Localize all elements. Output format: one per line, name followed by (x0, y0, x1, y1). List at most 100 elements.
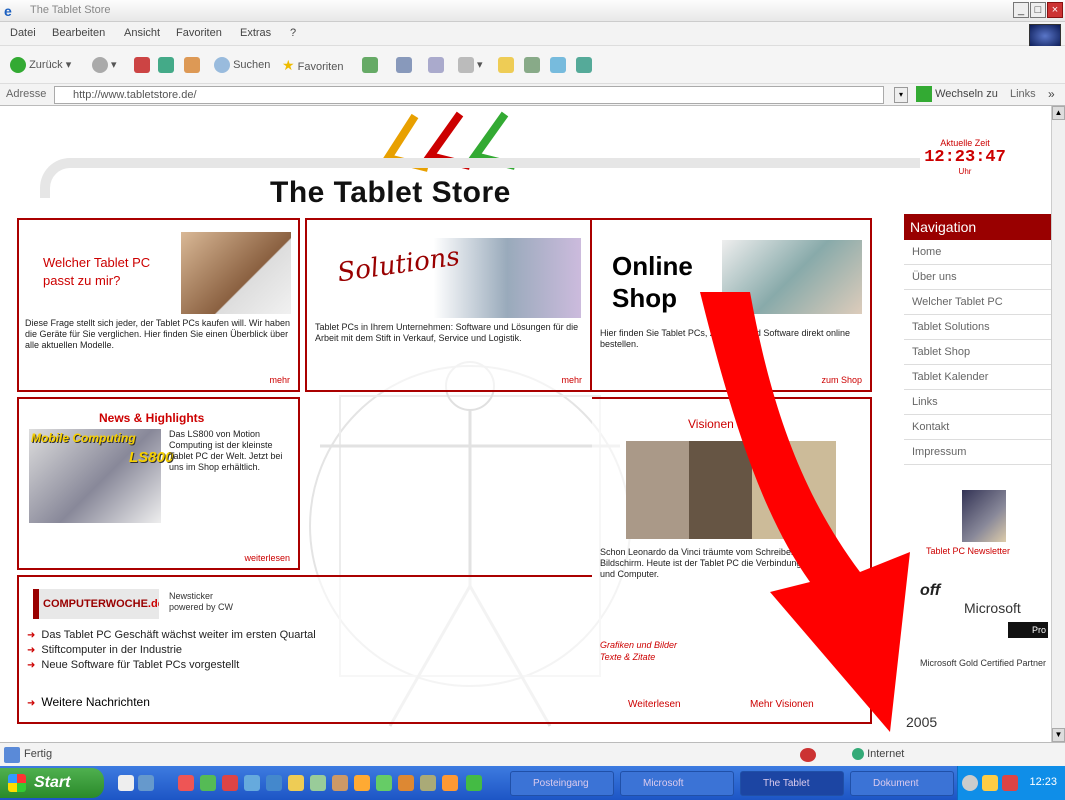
tablet-newsletter-link[interactable]: Tablet PC Newsletter (926, 546, 1010, 556)
navigation-menu: Navigation Home Über uns Welcher Tablet … (904, 214, 1065, 465)
maximize-button[interactable]: □ (1030, 2, 1046, 18)
chevron-right-icon[interactable]: » (1048, 87, 1055, 101)
clock-widget: Aktuelle Zeit 12:23:47 Uhr (920, 138, 1010, 176)
star-icon: ★ (282, 57, 295, 73)
headline-item[interactable]: ➜ Stiftcomputer in der Industrie (27, 644, 316, 659)
quicklaunch-desktop-icon[interactable] (118, 775, 134, 791)
nav-item-links[interactable]: Links (904, 390, 1065, 415)
print-button[interactable] (428, 55, 444, 75)
arrow-bullet-icon: ➜ (27, 645, 36, 656)
go-button[interactable]: Wechseln zu (916, 86, 998, 102)
edit-button[interactable]: ▾ (458, 55, 483, 75)
tray-antivirus-icon[interactable] (1002, 775, 1018, 791)
quicklaunch-ie-icon[interactable] (138, 775, 154, 791)
nav-item-about[interactable]: Über uns (904, 265, 1065, 290)
headline-item[interactable]: ➜ Das Tablet PC Geschäft wächst weiter im… (27, 629, 316, 644)
computerwoche-box: COMPUTERWOCHE.de Newsticker powered by C… (17, 575, 592, 724)
task-button-tablet-store[interactable]: The Tablet (740, 771, 844, 796)
forward-button[interactable]: ▾ (92, 55, 117, 75)
minimize-button[interactable]: _ (1013, 2, 1029, 18)
tray-app-icon[interactable] (982, 775, 998, 791)
tablet-thumbnail[interactable] (962, 490, 1006, 542)
visions-left-link[interactable]: Weiterlesen (628, 699, 681, 710)
favorites-button[interactable]: ★ Favoriten (282, 55, 343, 75)
tabletpc-more-link[interactable]: mehr (269, 375, 290, 385)
popup-blocker-icon[interactable] (800, 748, 816, 762)
tools-button[interactable] (576, 55, 592, 75)
history-button[interactable] (362, 55, 378, 75)
nav-item-shop[interactable]: Tablet Shop (904, 340, 1065, 365)
computerwoche-logo[interactable]: COMPUTERWOCHE.de (33, 589, 159, 619)
headline-item[interactable]: ➜ Neue Software für Tablet PCs vorgestell… (27, 659, 316, 674)
task-button-microsoft[interactable]: Microsoft (620, 771, 734, 796)
taskbar: Start Posteingang Microsoft The Tablet D… (0, 766, 1065, 800)
shop-title-line2: Shop (612, 283, 677, 313)
close-button[interactable]: × (1047, 2, 1063, 18)
back-arrow-icon (10, 57, 26, 74)
quicklaunch-app-icon[interactable] (222, 775, 238, 791)
quicklaunch-app-icon[interactable] (466, 775, 482, 791)
quicklaunch-app-icon[interactable] (398, 775, 414, 791)
task-button-mail[interactable]: Posteingang (510, 771, 614, 796)
research-button[interactable] (524, 55, 540, 75)
more-news-link[interactable]: ➜ Weitere Nachrichten (27, 695, 150, 709)
links-label[interactable]: Links (1010, 88, 1036, 100)
menu-ansicht[interactable]: Ansicht (124, 27, 160, 39)
page-scrollbar[interactable]: ▲ ▼ (1051, 106, 1065, 742)
man-photo (181, 232, 291, 314)
toolbar: Zurück ▾ ▾ Suchen ★ Favoriten ▾ (0, 46, 1065, 84)
quicklaunch-app-icon[interactable] (244, 775, 260, 791)
edit-icon (458, 57, 474, 74)
messenger-button[interactable] (550, 55, 566, 75)
address-bar: Adresse http://www.tabletstore.de/ ▾ Wec… (0, 84, 1065, 106)
nav-item-which-tablet[interactable]: Welcher Tablet PC (904, 290, 1065, 315)
news-more-link[interactable]: weiterlesen (244, 553, 290, 563)
stop-icon (134, 57, 150, 74)
nav-item-calendar[interactable]: Tablet Kalender (904, 365, 1065, 390)
menu-datei[interactable]: Datei (10, 27, 36, 39)
back-button[interactable]: Zurück ▾ (10, 55, 71, 75)
ie-icon: e (4, 3, 12, 19)
home-button[interactable] (184, 55, 200, 75)
mail-button[interactable] (396, 55, 412, 75)
news-heading: News & Highlights (99, 411, 205, 425)
status-text: Fertig (24, 748, 53, 760)
menu-extras[interactable]: Extras (240, 27, 271, 39)
scroll-down-icon[interactable]: ▼ (1052, 728, 1065, 742)
task-button-document[interactable]: Dokument (850, 771, 954, 796)
menu-bearbeiten[interactable]: Bearbeiten (52, 27, 105, 39)
status-bar: Fertig Internet (0, 742, 1065, 766)
nav-item-contact[interactable]: Kontakt (904, 415, 1065, 440)
quicklaunch-app-icon[interactable] (442, 775, 458, 791)
tray-network-icon[interactable] (962, 775, 978, 791)
refresh-button[interactable] (158, 55, 174, 75)
stop-button[interactable] (134, 55, 150, 75)
menu-favoriten[interactable]: Favoriten (176, 27, 222, 39)
nav-item-solutions[interactable]: Tablet Solutions (904, 315, 1065, 340)
address-dropdown-icon[interactable]: ▾ (894, 87, 908, 103)
tools-icon (576, 57, 592, 74)
search-button[interactable]: Suchen (214, 55, 270, 75)
menu-help[interactable]: ? (290, 27, 296, 39)
nav-item-home[interactable]: Home (904, 240, 1065, 265)
system-tray: 12:23 (957, 766, 1065, 800)
print-icon (428, 57, 444, 74)
tabletpc-heading[interactable]: Welcher Tablet PC passt zu mir? (43, 254, 179, 290)
shop-title[interactable]: Online Shop (612, 250, 693, 314)
quicklaunch-app-icon[interactable] (266, 775, 282, 791)
quicklaunch-app-icon[interactable] (354, 775, 370, 791)
quicklaunch-app-icon[interactable] (332, 775, 348, 791)
nav-item-imprint[interactable]: Impressum (904, 440, 1065, 465)
quicklaunch-app-icon[interactable] (178, 775, 194, 791)
folder-button[interactable] (498, 55, 514, 75)
start-button[interactable]: Start (0, 768, 104, 798)
clock-time: 12:23:47 (924, 148, 1006, 167)
quicklaunch-app-icon[interactable] (200, 775, 216, 791)
quicklaunch-app-icon[interactable] (310, 775, 326, 791)
scroll-up-icon[interactable]: ▲ (1052, 106, 1065, 120)
solutions-more-link[interactable]: mehr (561, 375, 582, 385)
quicklaunch-app-icon[interactable] (420, 775, 436, 791)
quicklaunch-app-icon[interactable] (288, 775, 304, 791)
address-input[interactable]: http://www.tabletstore.de/ (54, 86, 884, 104)
quicklaunch-app-icon[interactable] (376, 775, 392, 791)
